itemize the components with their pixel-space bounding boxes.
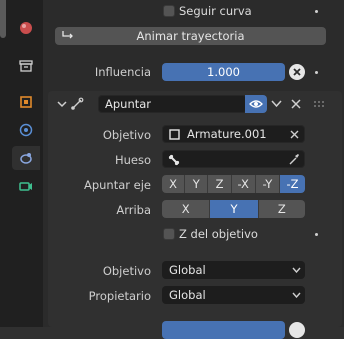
up-axis-z[interactable]: Z [258,200,305,218]
subpanel-disable-keep-transform-button[interactable] [289,322,305,338]
target-z-label: Z del objetivo [179,227,258,241]
constraint-name: Apuntar [105,97,152,111]
target-space-value: Global [169,263,206,277]
tabs-scrollbar[interactable] [0,0,6,38]
track-axis-x[interactable]: X [162,175,186,193]
clear-icon[interactable] [290,130,299,139]
archive-icon [19,60,33,72]
follow-curve-label: Seguir curva [179,4,252,18]
constraint-panel: Seguir curva Animar trayectoria Influenc… [43,0,344,339]
target-space-dropdown[interactable]: Global [162,261,305,279]
constraint-name-field[interactable]: Apuntar [98,95,247,113]
object-icon [169,129,180,140]
owner-space-value: Global [169,288,206,302]
close-icon [293,68,301,76]
influence-value: 1.000 [207,65,240,79]
track-axis-label: Apuntar eje [83,178,151,192]
tab-material[interactable] [12,16,40,40]
animate-path-label: Animar trayectoria [136,29,245,43]
owner-space-label: Propietario [88,289,151,303]
target-space-label: Objetivo [102,264,151,278]
track-axis-y[interactable]: Y [185,175,209,193]
target-object-value: Armature.001 [187,127,267,141]
track-axis-z[interactable]: Z [208,175,232,193]
track-to-constraint-icon [71,97,84,110]
up-axis-selector: X Y Z [162,200,305,218]
chevron-down-icon [292,292,301,298]
disable-keep-transform-button[interactable] [289,64,305,80]
bone-icon [168,154,180,166]
influence-slider[interactable]: 1.000 [162,63,285,81]
tab-data[interactable] [12,174,40,198]
chevron-down-icon[interactable] [271,100,282,108]
eyedropper-icon[interactable] [288,153,300,166]
owner-space-dropdown[interactable]: Global [162,286,305,304]
material-sphere-icon [20,22,32,34]
bone-field[interactable] [162,150,305,168]
keyframe-dot[interactable] [315,233,318,236]
target-z-checkbox[interactable] [163,228,175,240]
physics-icon [19,123,33,137]
drag-handle-icon[interactable] [314,101,324,107]
tab-constraints[interactable] [12,146,40,170]
chevron-down-icon [292,267,301,273]
object-cube-icon [20,96,32,108]
chevron-down-icon[interactable] [57,99,67,109]
up-axis-x[interactable]: X [162,200,211,218]
follow-curve-checkbox[interactable] [163,5,175,17]
eye-icon [249,100,263,108]
track-axis-selector: X Y Z -X -Y -Z [162,175,305,193]
keyframe-dot[interactable] [315,71,318,74]
bone-label: Hueso [114,153,151,167]
target-label: Objetivo [102,128,151,142]
curve-path-icon [62,31,73,39]
up-axis-label: Arriba [116,203,151,217]
keyframe-dot[interactable] [315,10,318,13]
subpanel-influence-slider[interactable] [162,321,285,339]
animate-path-button[interactable]: Animar trayectoria [55,27,326,45]
tab-physics[interactable] [12,118,40,142]
camera-data-icon [19,182,32,191]
target-object-field[interactable]: Armature.001 [162,125,305,143]
track-axis-neg-y[interactable]: -Y [255,175,280,193]
track-axis-neg-x[interactable]: -X [231,175,256,193]
track-axis-neg-z[interactable]: -Z [279,175,305,193]
up-axis-y[interactable]: Y [210,200,259,218]
constraint-icon [20,153,32,164]
tab-output[interactable] [12,54,40,78]
influence-label: Influencia [94,65,151,79]
properties-tabs [0,0,43,327]
tab-object[interactable] [12,90,40,114]
toggle-visibility-button[interactable] [245,95,267,113]
delete-constraint-icon[interactable] [291,99,301,109]
